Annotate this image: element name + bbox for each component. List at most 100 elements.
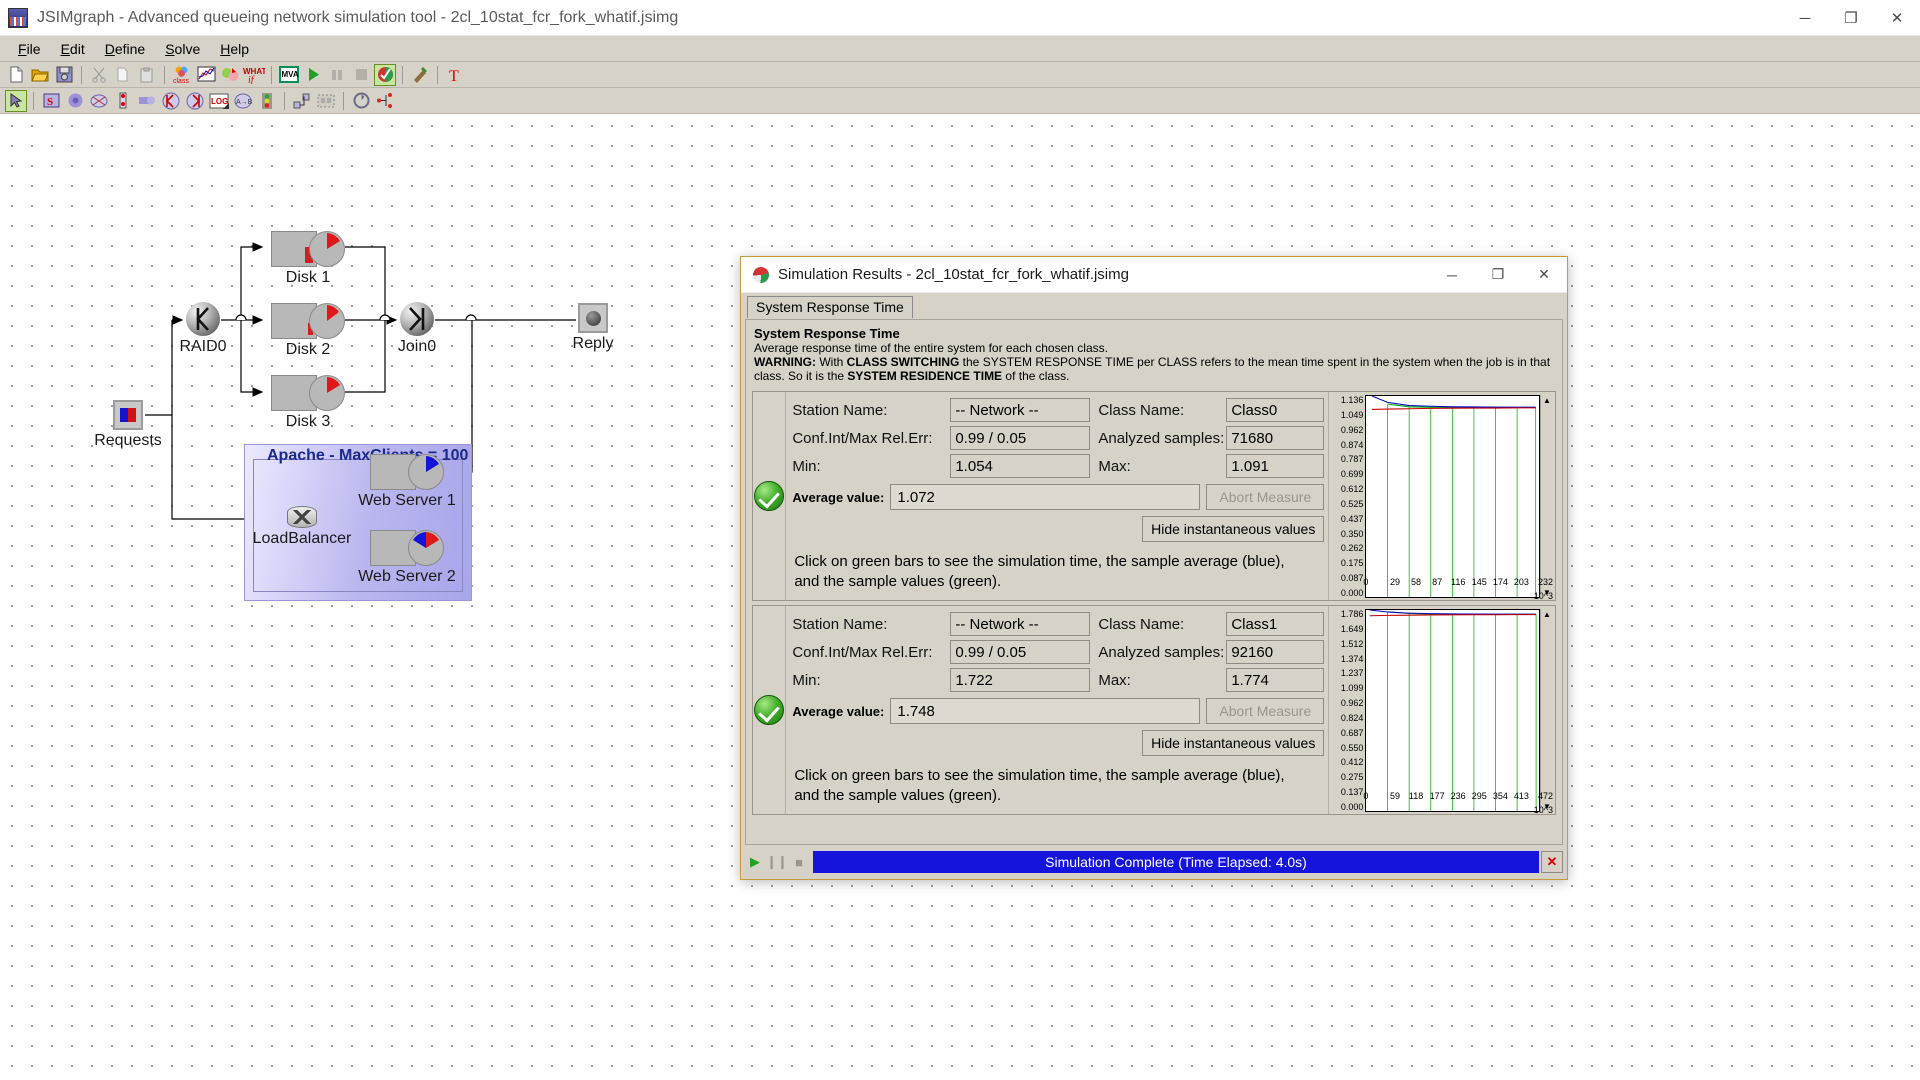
- stop-button[interactable]: ■: [789, 852, 809, 872]
- measure-panel[interactable]: Station Name: -- Network -- Class Name: …: [752, 391, 1556, 601]
- chart-scrollbar[interactable]: ▲ ▼: [1540, 609, 1553, 812]
- close-button[interactable]: ✕: [1874, 0, 1920, 36]
- menu-file[interactable]: File: [8, 38, 51, 60]
- terminal-station-icon[interactable]: [112, 90, 134, 112]
- y-tick-label: 0.962: [1340, 424, 1364, 435]
- min-value[interactable]: 1.722: [950, 668, 1091, 692]
- define-classes-icon[interactable]: class: [171, 64, 193, 86]
- conf-interval-value[interactable]: 0.99 / 0.05: [950, 640, 1091, 664]
- station-webserver1[interactable]: Web Server 1: [358, 454, 456, 509]
- scroll-up-arrow[interactable]: ▲: [1543, 396, 1551, 405]
- station-join0[interactable]: Join0: [398, 302, 436, 355]
- station-name-value[interactable]: -- Network --: [950, 398, 1091, 422]
- scroll-up-arrow[interactable]: ▲: [1543, 610, 1551, 619]
- rotate-icon[interactable]: [350, 90, 372, 112]
- play-button[interactable]: ▶: [745, 852, 765, 872]
- dialog-maximize-button[interactable]: ❐: [1475, 257, 1521, 293]
- menu-solve[interactable]: Solve: [155, 38, 210, 60]
- main-toolbar: class WHAT if MVA T: [0, 62, 1920, 88]
- hide-instantaneous-values-button[interactable]: Hide instantaneous values: [1142, 516, 1325, 542]
- mva-icon[interactable]: MVA: [278, 64, 300, 86]
- analyzed-samples-value[interactable]: 92160: [1226, 640, 1325, 664]
- model-check-icon[interactable]: [409, 64, 431, 86]
- maximize-button[interactable]: ❐: [1828, 0, 1874, 36]
- menu-define[interactable]: Define: [95, 38, 155, 60]
- menu-help[interactable]: Help: [210, 38, 259, 60]
- menu-edit[interactable]: Edit: [51, 38, 95, 60]
- dialog-close-button[interactable]: ✕: [1521, 257, 1567, 293]
- analyzed-samples-label: Analyzed samples:: [1098, 429, 1225, 447]
- station-name-value[interactable]: -- Network --: [950, 612, 1091, 636]
- stop-simulation-icon[interactable]: [350, 64, 372, 86]
- abort-measure-button[interactable]: Abort Measure: [1206, 698, 1325, 724]
- abort-measure-button[interactable]: Abort Measure: [1206, 484, 1325, 510]
- instantaneous-values-chart[interactable]: 1.786 1.649 1.512 1.374 1.237 1.099 0.962 0.824…: [1328, 606, 1555, 815]
- router-station-icon[interactable]: [88, 90, 110, 112]
- x-tick-label: 29: [1389, 577, 1400, 587]
- average-value-field[interactable]: 1.072: [890, 484, 1201, 510]
- source-icon: [113, 400, 143, 430]
- station-raid0[interactable]: RAID0: [179, 302, 227, 355]
- minimize-button[interactable]: ─: [1782, 0, 1828, 36]
- cut-icon[interactable]: [88, 64, 110, 86]
- conf-interval-value[interactable]: 0.99 / 0.05: [950, 426, 1091, 450]
- analyzed-samples-value[interactable]: 71680: [1226, 426, 1325, 450]
- close-results-button[interactable]: ✕: [1541, 851, 1563, 873]
- max-value[interactable]: 1.774: [1226, 668, 1325, 692]
- class-switch-icon[interactable]: A→B: [232, 90, 254, 112]
- hide-instantaneous-values-button[interactable]: Hide instantaneous values: [1142, 730, 1325, 756]
- class-name-value[interactable]: Class0: [1226, 398, 1325, 422]
- text-tool-icon[interactable]: T: [444, 64, 466, 86]
- min-value[interactable]: 1.054: [950, 454, 1091, 478]
- set-links-icon[interactable]: [374, 90, 396, 112]
- measure-panel[interactable]: Station Name: -- Network -- Class Name: …: [752, 605, 1556, 815]
- chart-scrollbar[interactable]: ▲ ▼: [1540, 395, 1553, 598]
- station-disk3[interactable]: Disk 3: [271, 375, 345, 430]
- y-tick-label: 0.699: [1340, 469, 1364, 480]
- x-tick-label: 58: [1411, 577, 1422, 587]
- simulation-results-dialog[interactable]: Simulation Results - 2cl_10stat_fcr_fork…: [740, 256, 1568, 880]
- field-row-average: Average value: 1.072 Abort Measure: [792, 484, 1325, 510]
- chart-x-unit: 10^3: [1533, 591, 1553, 601]
- average-value-field[interactable]: 1.748: [890, 698, 1201, 724]
- station-webserver2[interactable]: Web Server 2: [358, 530, 456, 585]
- tab-system-response-time[interactable]: System Response Time: [747, 296, 913, 318]
- station-reply[interactable]: Reply: [573, 303, 613, 352]
- blocking-region-icon[interactable]: [315, 90, 337, 112]
- station-label-webserver1: Web Server 1: [358, 492, 456, 509]
- semaphore-icon[interactable]: [256, 90, 278, 112]
- simulation-parameters-icon[interactable]: [219, 64, 241, 86]
- pause-simulation-icon[interactable]: [326, 64, 348, 86]
- chart-plot-area[interactable]: [1365, 395, 1540, 598]
- conf-interval-label: Conf.Int/Max Rel.Err:: [792, 643, 933, 661]
- logger-station-icon[interactable]: LOG: [208, 90, 230, 112]
- delay-station-icon[interactable]: [136, 90, 158, 112]
- dialog-minimize-button[interactable]: ─: [1429, 257, 1475, 293]
- instantaneous-values-chart[interactable]: 1.136 1.049 0.962 0.874 0.787 0.699 0.612 0.525…: [1328, 392, 1555, 601]
- station-loadbalancer[interactable]: LoadBalancer: [253, 506, 351, 547]
- paste-icon[interactable]: [136, 64, 158, 86]
- max-value[interactable]: 1.091: [1226, 454, 1325, 478]
- connect-nodes-icon[interactable]: [291, 90, 313, 112]
- open-icon[interactable]: [29, 64, 51, 86]
- class-name-value[interactable]: Class1: [1226, 612, 1325, 636]
- save-icon[interactable]: [53, 64, 75, 86]
- chart-plot-area[interactable]: [1365, 609, 1540, 812]
- copy-icon[interactable]: [112, 64, 134, 86]
- source-station-icon[interactable]: S: [40, 90, 62, 112]
- select-tool-icon[interactable]: [5, 89, 27, 112]
- station-disk1[interactable]: Disk 1: [271, 231, 345, 286]
- y-tick-label: 1.237: [1340, 668, 1364, 679]
- results-icon[interactable]: [374, 63, 396, 86]
- fork-station-icon[interactable]: [160, 90, 182, 112]
- average-value-label: Average value:: [792, 489, 885, 505]
- new-icon[interactable]: [5, 64, 27, 86]
- performance-indices-icon[interactable]: [195, 64, 217, 86]
- pause-button[interactable]: ❙❙: [766, 852, 788, 872]
- what-if-icon[interactable]: WHAT if: [243, 64, 265, 86]
- start-simulation-icon[interactable]: [302, 64, 324, 86]
- join-station-icon[interactable]: [184, 90, 206, 112]
- sink-station-icon[interactable]: [64, 90, 86, 112]
- station-requests[interactable]: Requests: [94, 400, 162, 449]
- station-disk2[interactable]: Disk 2: [271, 303, 345, 358]
